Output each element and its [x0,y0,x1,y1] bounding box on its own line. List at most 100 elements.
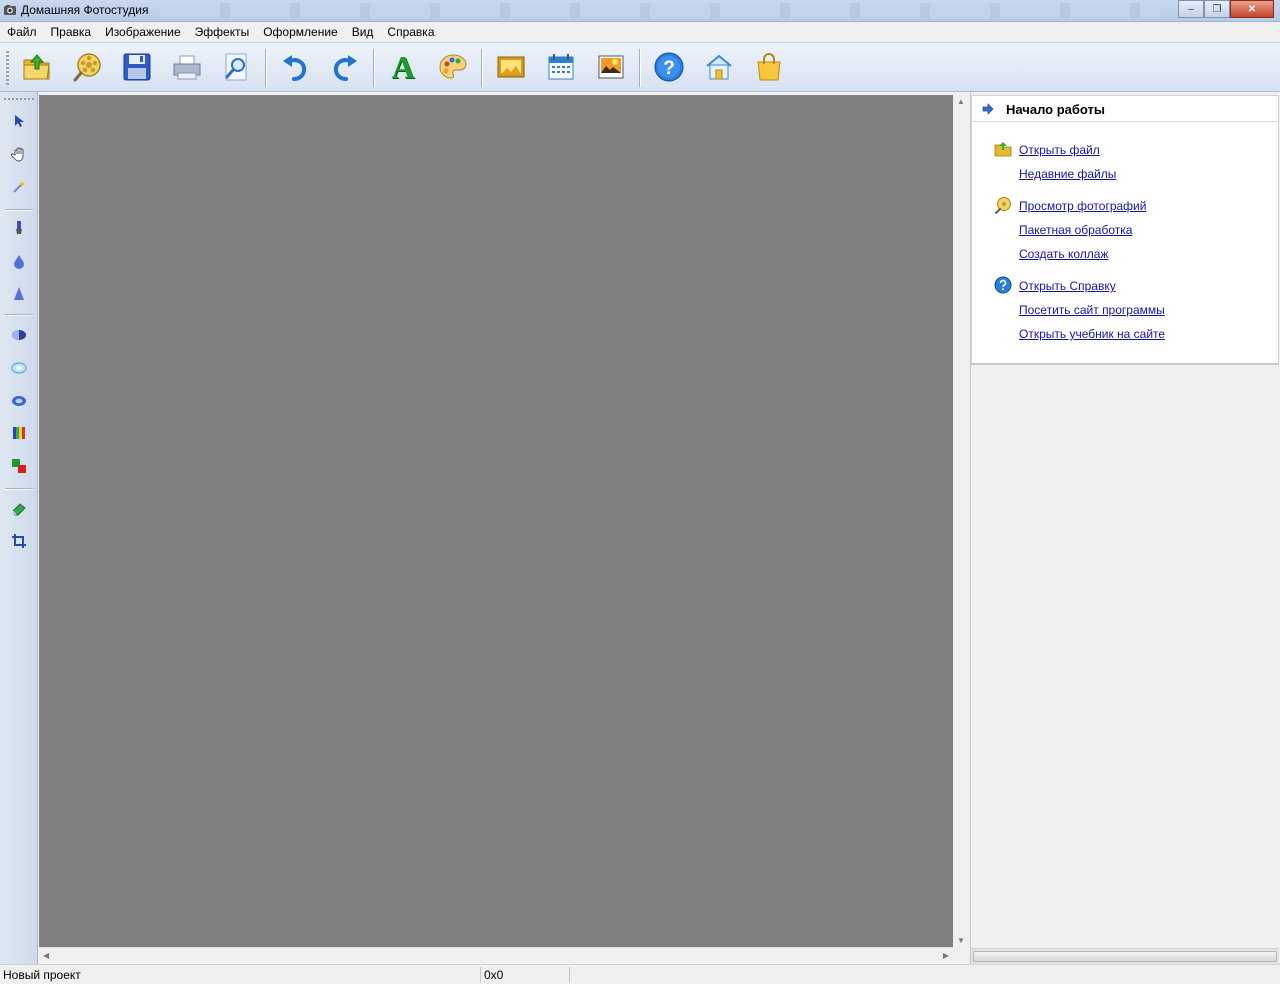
website-button[interactable] [701,49,737,85]
frames-button[interactable] [493,49,529,85]
add-text-button[interactable]: A [385,49,421,85]
pointer-icon [15,115,24,127]
panel-horizontal-scrollbar[interactable] [971,948,1279,964]
open-help-link[interactable]: Открыть Справку [1019,279,1116,293]
print-icon [173,55,201,80]
redo-button[interactable] [327,49,363,85]
menu-image[interactable]: Изображение [98,22,188,42]
undo-icon [283,55,307,81]
panel-header: Начало работы [972,96,1278,122]
toolbar-separator [639,49,640,87]
open-folder-icon [23,54,50,80]
text-icon: A [391,48,415,85]
drop-tool[interactable] [9,251,29,271]
sharpen-tool[interactable] [9,284,29,304]
calendar-button[interactable] [543,49,579,85]
sharpen-icon [14,287,24,300]
menu-bar: Файл Правка Изображение Эффекты Оформлен… [0,22,1280,42]
blur-tool[interactable] [9,358,29,378]
postcard-button[interactable] [593,49,629,85]
palette-separator [5,209,33,211]
toolbar-separator [373,49,374,87]
palette-separator [5,314,33,316]
scroll-left-arrow[interactable]: ◀ [43,951,49,960]
visit-website-link[interactable]: Посетить сайт программы [1019,303,1165,317]
status-divider [480,967,481,983]
photo-viewer-icon [73,53,101,82]
menu-edit[interactable]: Правка [44,22,99,42]
scrollbar-thumb[interactable] [973,951,1277,962]
window-title: Домашняя Фотостудия [21,3,149,17]
restore-button[interactable]: ❐ [1204,0,1230,18]
view-photos-link[interactable]: Просмотр фотографий [1019,199,1146,213]
main-toolbar: A ? [0,42,1280,92]
photo-viewer-icon [995,197,1011,214]
brush-tool[interactable] [9,218,29,238]
contrast-tool[interactable] [9,325,29,345]
open-file-icon [994,142,1012,157]
palette-icon [439,54,467,79]
palette-button[interactable] [435,49,471,85]
contrast-icon [12,330,26,340]
batch-processing-link[interactable]: Пакетная обработка [1019,223,1132,237]
zoom-icon [225,53,247,81]
magic-wand-icon [13,181,25,193]
undo-button[interactable] [277,49,313,85]
recent-files-link[interactable]: Недавние файлы [1019,167,1116,181]
taskbar-tabs-background [160,3,1160,19]
open-file-link[interactable]: Открыть файл [1019,143,1100,157]
open-tutorial-link[interactable]: Открыть учебник на сайте [1019,327,1165,341]
hand-tool[interactable] [9,144,29,164]
calendar-icon [548,54,574,80]
toolbar-separator [481,49,482,87]
postcard-icon [598,55,624,79]
color-tool[interactable] [9,423,29,443]
help-glyph: ? [663,58,675,79]
magic-wand-tool[interactable] [9,177,29,197]
save-button[interactable] [119,49,155,85]
lens-tool[interactable] [9,391,29,411]
scroll-up-arrow[interactable]: ▲ [957,97,965,106]
minimize-button[interactable]: – [1178,0,1204,18]
hand-icon [11,147,24,162]
menu-design[interactable]: Оформление [256,22,344,42]
status-project: Новый проект [3,968,81,982]
help-button[interactable]: ? [651,49,687,85]
arrow-right-icon [982,103,994,115]
menu-help[interactable]: Справка [380,22,441,42]
print-button[interactable] [169,49,205,85]
crop-tool[interactable] [9,531,29,551]
scroll-down-arrow[interactable]: ▼ [957,936,965,945]
frame-icon [497,56,525,78]
start-panel-box: Начало работы Открыть файл Недавние файл… [971,95,1279,365]
camera-app-icon [4,5,16,15]
menu-file[interactable]: Файл [0,22,44,42]
close-button[interactable]: ✕ [1230,0,1274,18]
panel-title: Начало работы [1006,102,1105,117]
palette-grip[interactable] [4,98,34,100]
status-divider [569,967,570,983]
tool-palette [0,92,38,964]
toolbar-separator [265,49,266,87]
preview-button[interactable] [219,49,255,85]
eraser-tool[interactable] [9,498,29,518]
color-bars-icon [13,427,25,439]
eraser-icon [12,503,26,516]
status-image-size: 0x0 [484,968,504,982]
scroll-right-arrow[interactable]: ▶ [943,951,949,960]
vertical-scrollbar[interactable]: ▲ ▼ [953,95,970,947]
menu-view[interactable]: Вид [345,22,381,42]
help-icon [994,276,1012,294]
image-canvas[interactable] [39,95,953,947]
horizontal-scrollbar[interactable]: ◀ ▶ [39,947,953,964]
buy-button[interactable] [751,49,787,85]
color-replace-tool[interactable] [9,456,29,476]
pointer-tool[interactable] [9,111,29,131]
view-photos-button[interactable] [69,49,105,85]
help-icon: ? [654,52,684,82]
open-file-button[interactable] [19,49,55,85]
toolbar-grip[interactable] [6,51,9,85]
menu-effects[interactable]: Эффекты [188,22,257,42]
create-collage-link[interactable]: Создать коллаж [1019,247,1108,261]
start-panel: Начало работы Открыть файл Недавние файл… [970,92,1280,964]
